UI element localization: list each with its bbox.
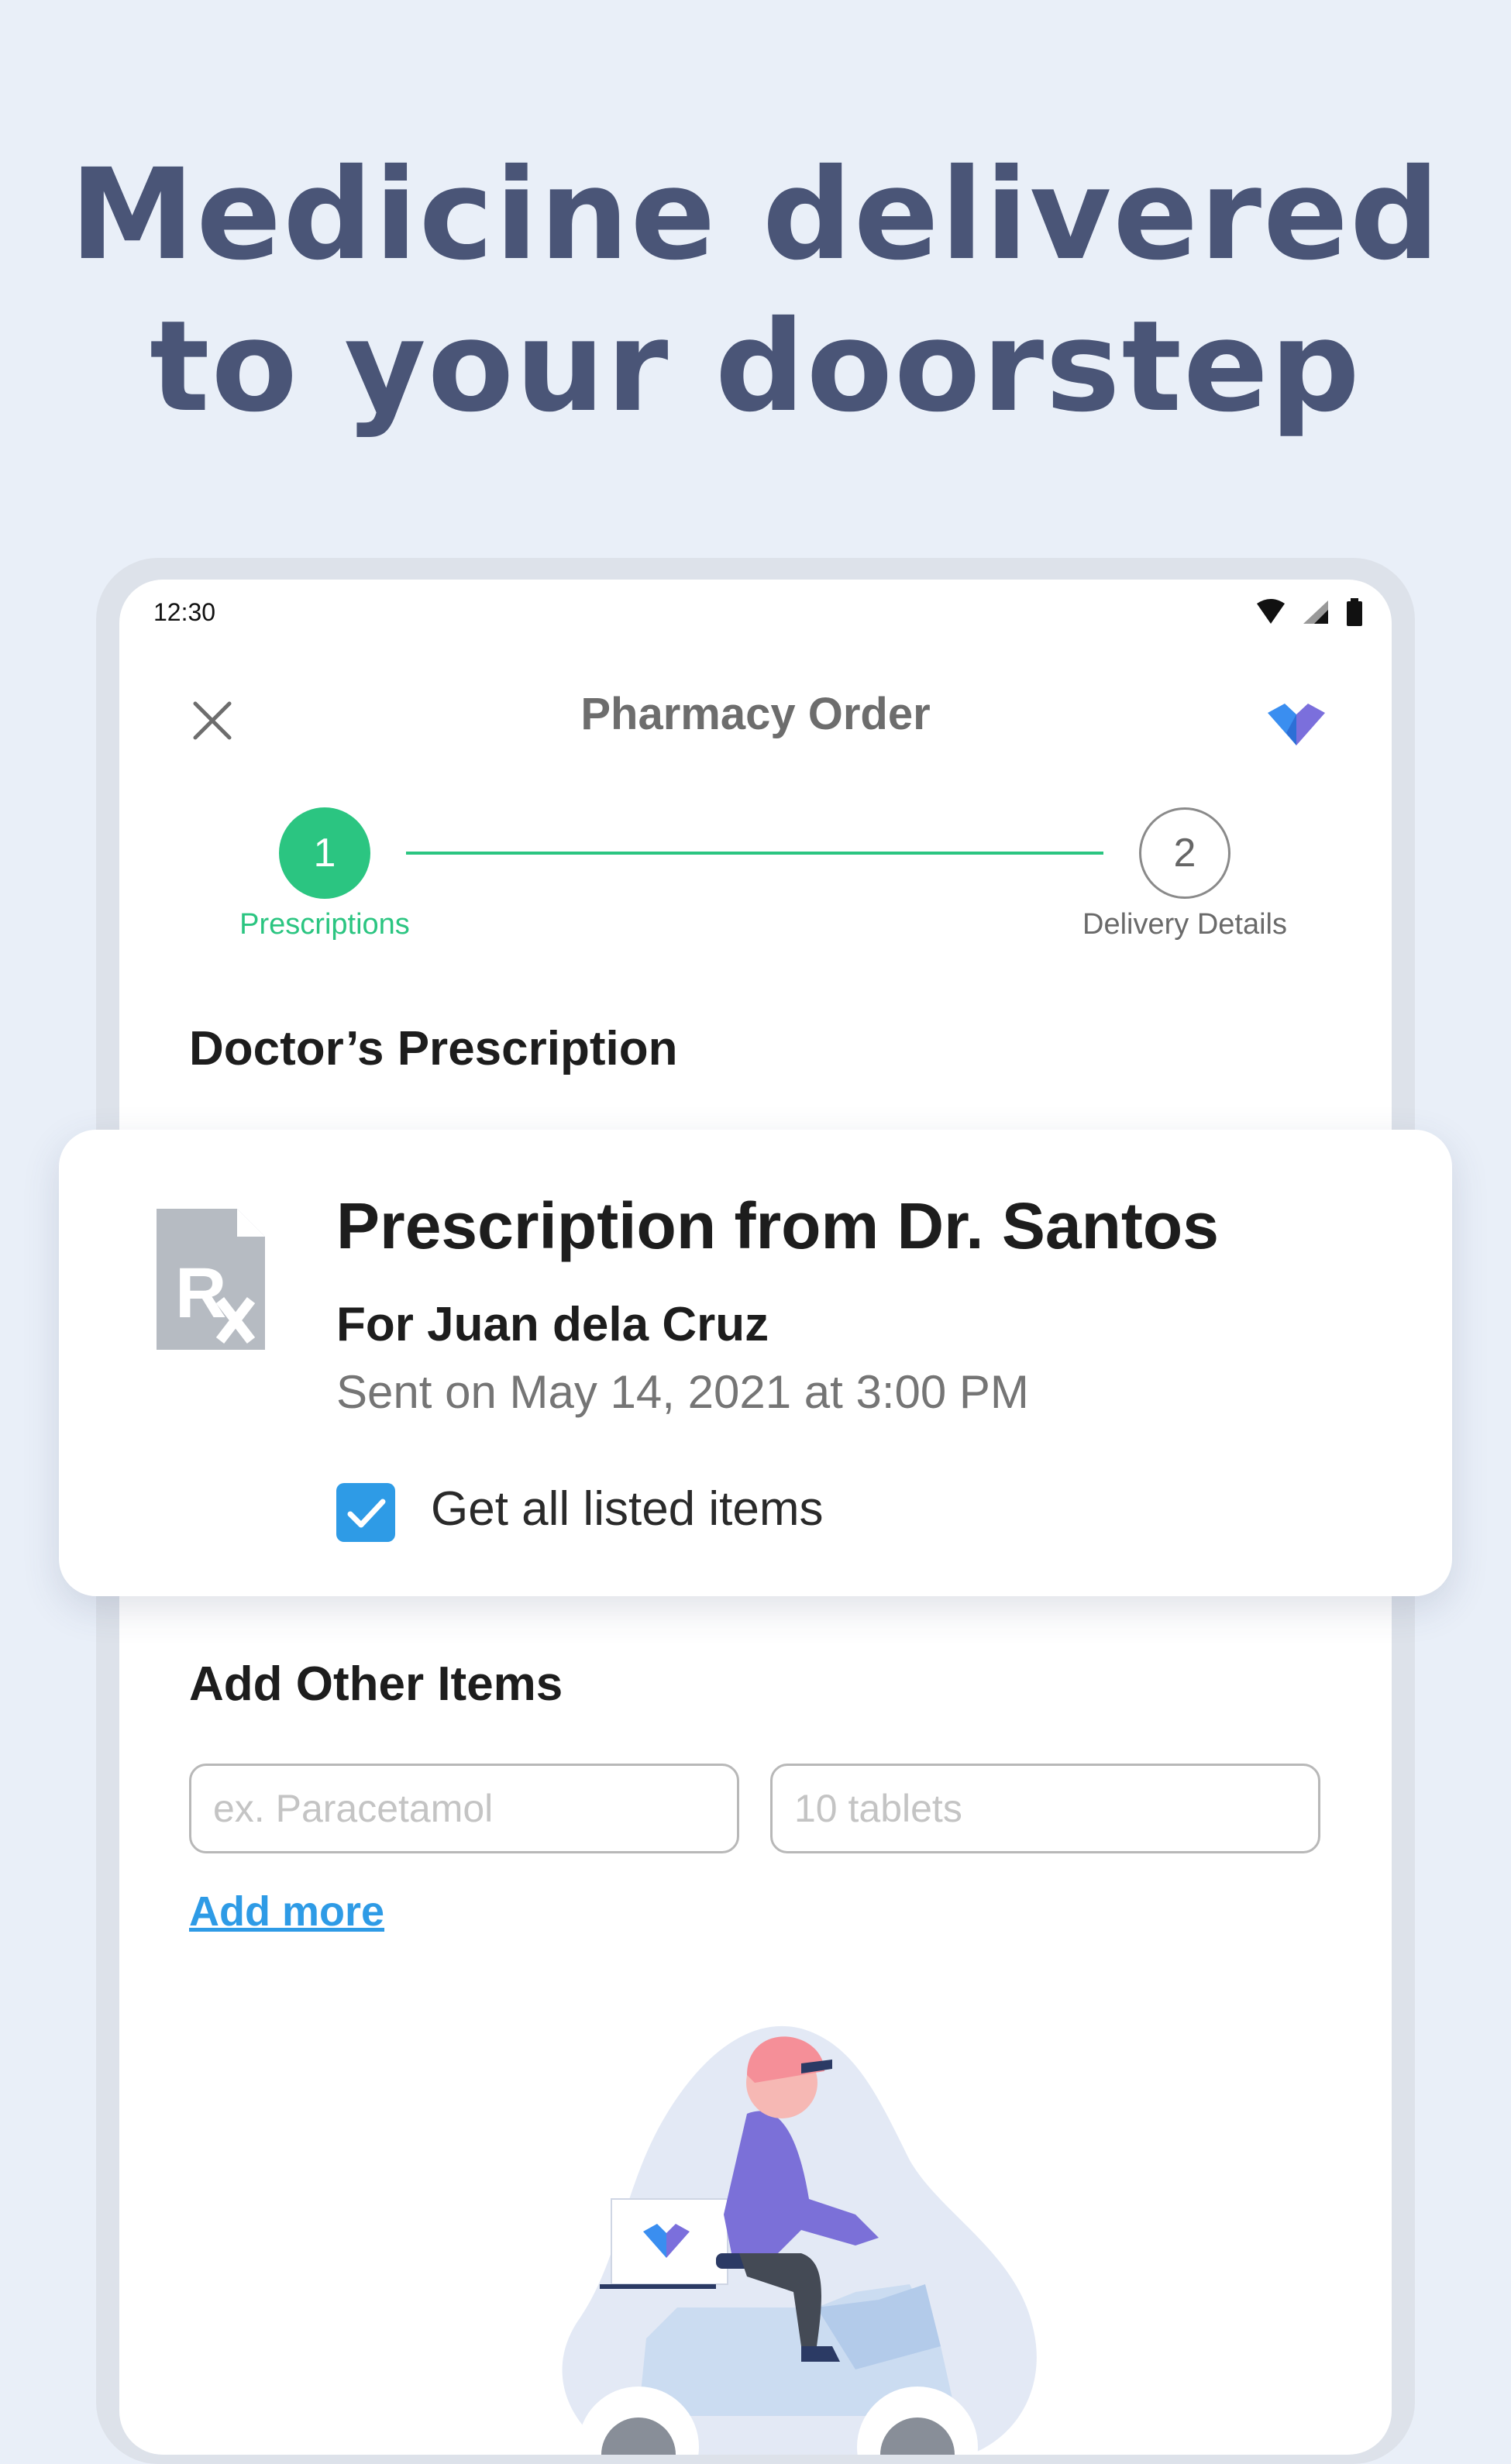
status-time: 12:30 (153, 598, 216, 626)
heart-logo-icon (1268, 704, 1325, 745)
sent-timestamp: Sent on May 14, 2021 at 3:00 PM (336, 1366, 1029, 1418)
prescription-rx-icon: R (157, 1209, 265, 1350)
step-1-label: Prescriptions (239, 908, 410, 941)
status-icons (1255, 598, 1364, 626)
headline: Medicine delivered to your doorstep (0, 139, 1511, 443)
page-title: Pharmacy Order (580, 689, 931, 739)
cellular-signal-icon (1303, 601, 1328, 624)
patient-name: For Juan dela Cruz (336, 1298, 769, 1351)
prescription-section-title: Doctor’s Prescription (189, 1022, 678, 1075)
prescription-card[interactable]: R Prescription from Dr. Santos For Juan … (59, 1130, 1452, 1596)
battery-icon (1347, 598, 1362, 626)
wifi-icon (1257, 599, 1285, 624)
item-name-input[interactable] (189, 1764, 739, 1853)
delivery-scooter-illustration (562, 2025, 1037, 2455)
add-more-link[interactable]: Add more (189, 1888, 384, 1936)
stepper-progress-line (406, 852, 1103, 855)
item-quantity-input[interactable] (770, 1764, 1320, 1853)
other-items-inputs (189, 1764, 1320, 1853)
step-1-indicator[interactable]: 1 (279, 807, 370, 899)
headline-line-2: to your doorstep (150, 294, 1361, 440)
step-2-indicator[interactable]: 2 (1139, 807, 1230, 899)
prescription-title: Prescription from Dr. Santos (336, 1189, 1219, 1262)
other-items-section-title: Add Other Items (189, 1657, 563, 1711)
svg-text:R: R (175, 1254, 226, 1333)
step-2-label: Delivery Details (1082, 908, 1287, 941)
get-all-items-label[interactable]: Get all listed items (431, 1481, 824, 1537)
get-all-items-checkbox[interactable] (336, 1483, 395, 1542)
headline-line-1: Medicine delivered (70, 143, 1441, 288)
